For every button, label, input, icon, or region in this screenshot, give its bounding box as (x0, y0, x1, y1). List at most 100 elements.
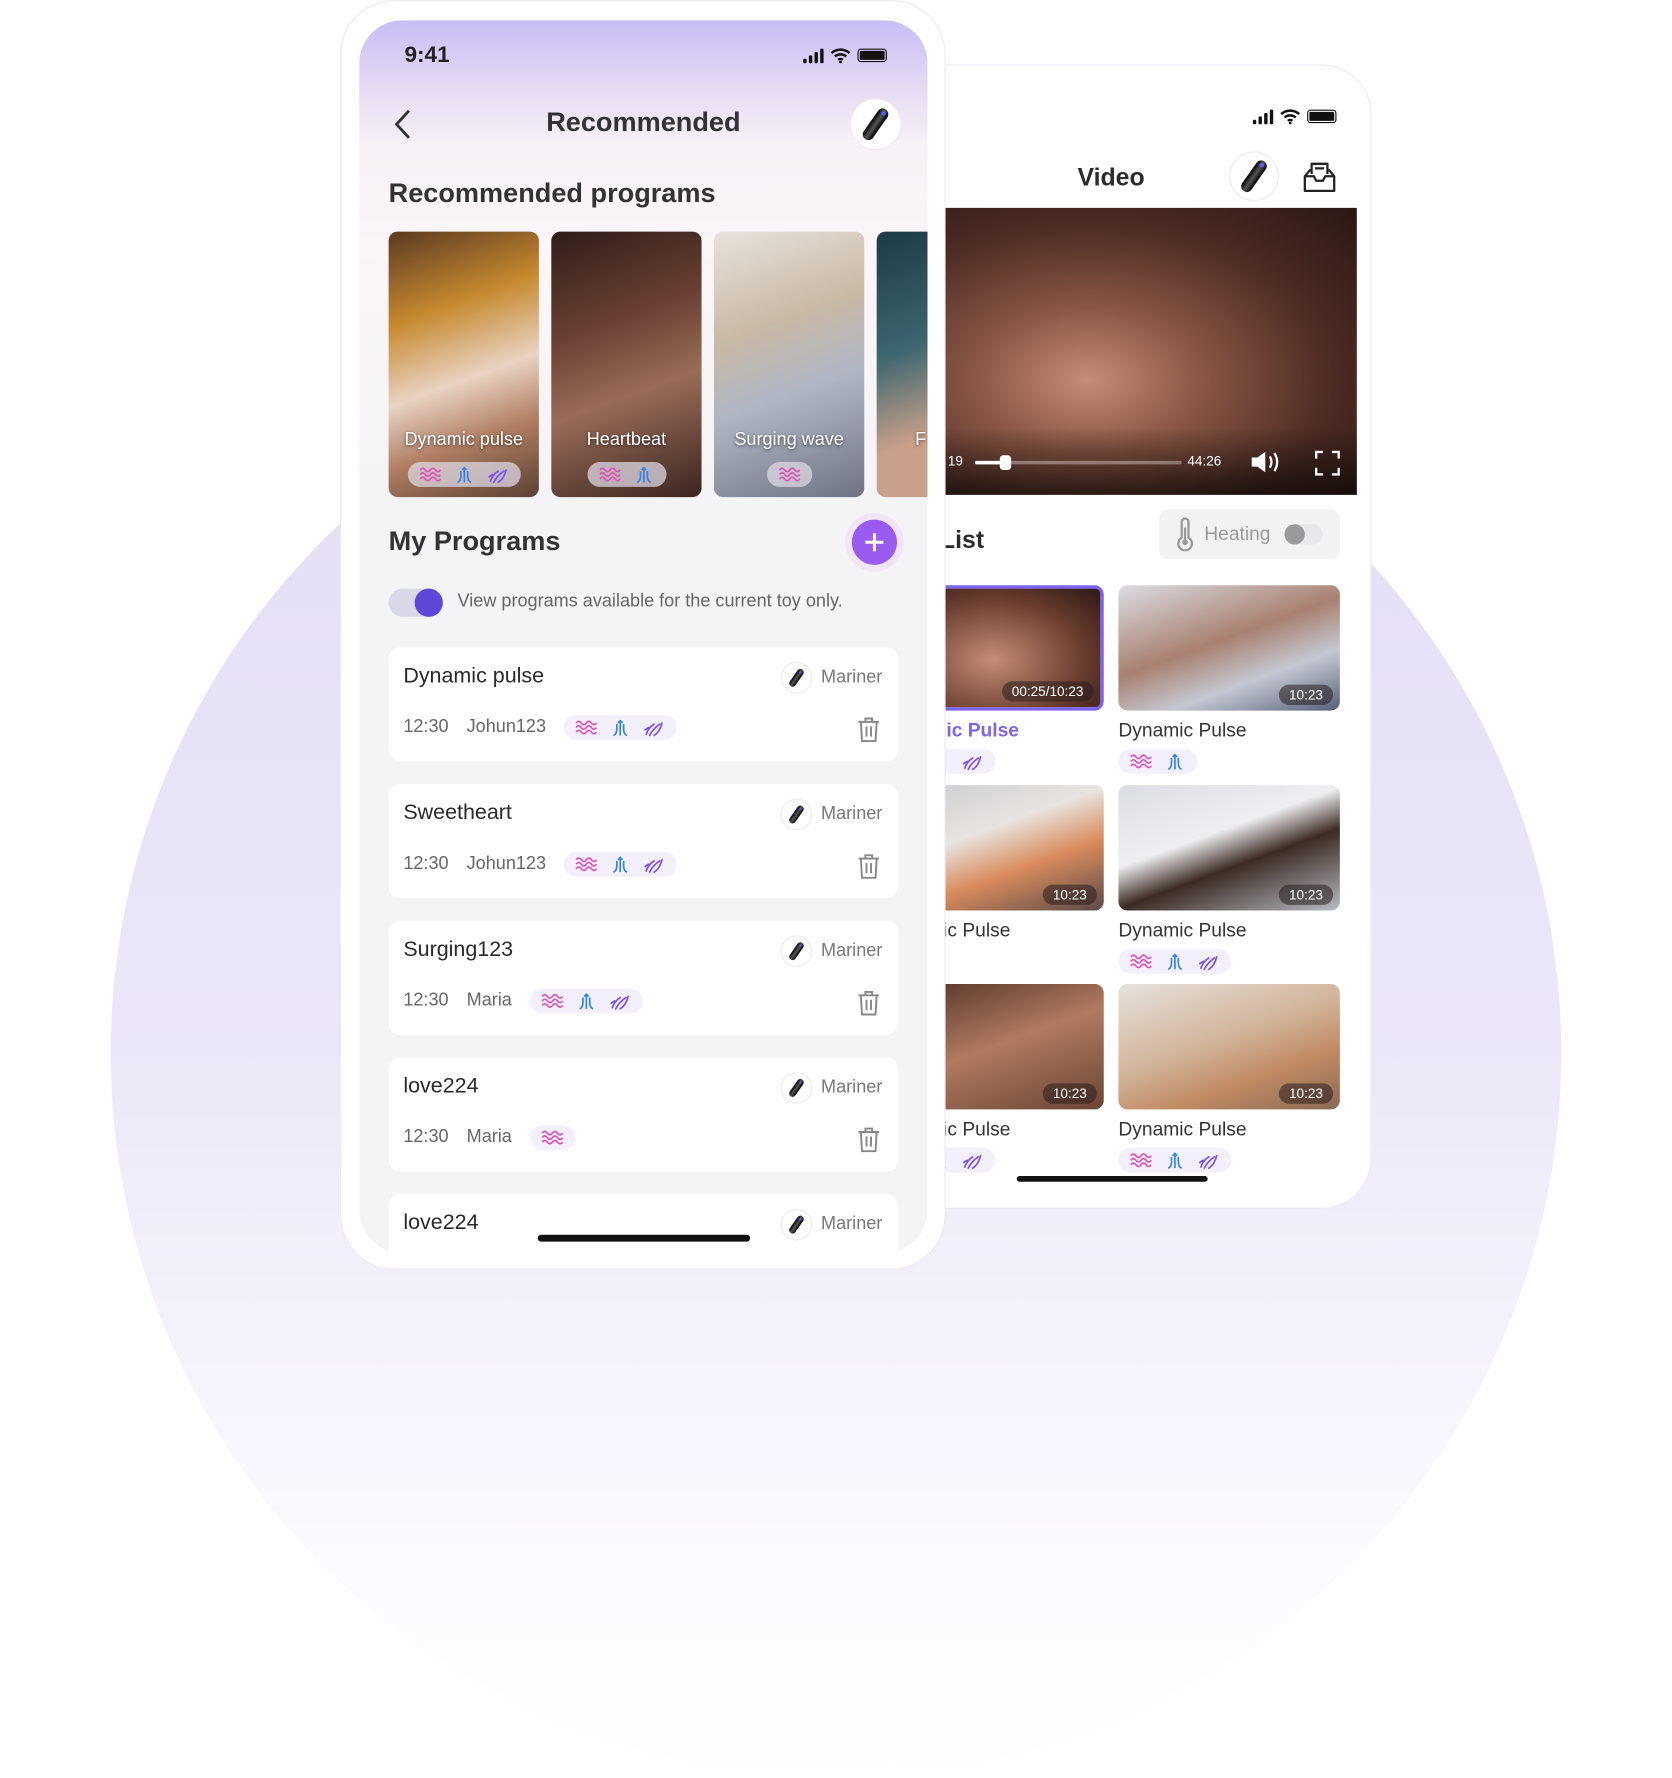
duration: 44:26 (1187, 453, 1222, 469)
home-indicator (537, 1234, 751, 1242)
video-title: Dynamic Pulse (1118, 1118, 1247, 1140)
delete-button[interactable] (857, 717, 880, 748)
toy-name: Mariner (821, 667, 883, 687)
wave-mode-icon (1130, 953, 1152, 968)
page-title: Recommended (546, 107, 741, 138)
thrust-mode-icon (1167, 952, 1183, 970)
thermometer-icon (1177, 517, 1193, 552)
thrust-mode-icon (579, 992, 594, 1010)
program-meta: 12:30 Johun123 (403, 715, 678, 740)
video-thumbnail[interactable]: 10:23 (1118, 585, 1340, 711)
thrust-mode-icon (613, 719, 628, 737)
program-time: 12:30 (403, 717, 449, 737)
wave-mode-icon (1130, 754, 1152, 769)
program-toy: Mariner (780, 798, 882, 831)
toy-button[interactable] (849, 98, 902, 151)
mode-badges (1118, 1147, 1232, 1173)
program-name: Surging123 (403, 937, 514, 962)
volume-icon[interactable] (1249, 450, 1283, 475)
hand-mode-icon (644, 858, 664, 873)
video-thumbnail[interactable]: 10:23 (1118, 983, 1340, 1110)
toy-avatar (780, 798, 813, 831)
delete-button[interactable] (857, 990, 880, 1022)
mode-badges (1118, 948, 1232, 974)
mailbox-icon[interactable] (1303, 160, 1337, 194)
toy-icon (787, 1214, 805, 1235)
program-card[interactable]: Sweetheart Mariner 12:30 Johun123 (388, 784, 899, 899)
recommended-card-title: Surging wave (734, 430, 844, 450)
toy-icon (860, 106, 891, 143)
toy-button[interactable] (1229, 151, 1279, 202)
program-card[interactable]: Surging123 Mariner 12:30 Maria (388, 920, 899, 1035)
mode-badges (586, 462, 666, 487)
plus-icon (865, 533, 884, 552)
mode-badges (529, 988, 643, 1014)
program-meta: 12:30 Johun123 (403, 851, 678, 877)
my-programs-title: My Programs (388, 526, 561, 557)
battery-icon (1307, 109, 1337, 124)
video-duration: 10:23 (1278, 1083, 1334, 1104)
seek-handle[interactable] (1000, 455, 1012, 470)
wave-mode-icon (1130, 1153, 1152, 1168)
video-duration: 00:25/10:23 (1001, 681, 1094, 702)
delete-button[interactable] (857, 1127, 880, 1158)
program-card[interactable]: Dynamic pulse Mariner 12:30 Johun123 (388, 647, 899, 762)
wifi-icon (830, 48, 851, 64)
video-duration: 10:23 (1042, 1083, 1097, 1104)
toy-name: Mariner (821, 941, 883, 961)
program-name: love224 (403, 1074, 479, 1099)
wave-mode-icon (778, 467, 800, 482)
wave-mode-icon (541, 1130, 564, 1145)
thrust-mode-icon (636, 466, 651, 484)
video-item[interactable]: 10:23 Dynamic Pulse (1118, 585, 1340, 776)
hand-mode-icon (962, 756, 982, 771)
current-toy-toggle-label: View programs available for the current … (457, 591, 843, 612)
heating-toggle[interactable] (1284, 524, 1323, 545)
program-author: Johun123 (466, 717, 547, 737)
add-program-button[interactable] (851, 519, 898, 565)
thrust-mode-icon (1167, 1152, 1183, 1169)
video-thumbnail[interactable]: 10:23 (1118, 784, 1340, 910)
recommended-card[interactable]: Surging wave (713, 231, 865, 498)
thrust-mode-icon (1167, 753, 1183, 771)
video-item[interactable]: 10:23 Dynamic Pulse (1118, 983, 1340, 1175)
toy-icon (787, 1077, 805, 1099)
program-meta: 12:30 Maria (403, 988, 643, 1014)
program-card[interactable]: love224 Mariner 12:30 Maria (388, 1057, 899, 1172)
program-card[interactable]: love224 Mariner (388, 1194, 899, 1253)
trash-icon (858, 854, 879, 879)
toy-icon (787, 667, 805, 689)
current-toy-toggle[interactable] (388, 588, 443, 617)
program-toy: Mariner (780, 662, 882, 694)
program-name: Sweetheart (403, 800, 512, 825)
hand-mode-icon (1198, 1154, 1218, 1169)
video-title: Dynamic Pulse (1118, 719, 1247, 742)
wifi-icon (1280, 109, 1301, 125)
hand-mode-icon (1198, 955, 1218, 970)
recommended-card[interactable]: F (876, 231, 928, 498)
mode-badges (564, 851, 678, 877)
status-icons (1252, 108, 1337, 125)
heating-label: Heating (1204, 523, 1271, 545)
toy-avatar (780, 935, 813, 968)
signal-icon (803, 48, 824, 63)
recommended-card[interactable]: Heartbeat (551, 231, 702, 498)
video-item[interactable]: 10:23 Dynamic Pulse (1118, 784, 1340, 976)
program-time: 12:30 (403, 1127, 449, 1147)
trash-icon (858, 717, 879, 743)
recommended-card[interactable]: Dynamic pulse (388, 231, 539, 498)
fullscreen-icon[interactable] (1315, 450, 1340, 476)
video-duration: 10:23 (1278, 684, 1334, 705)
toy-name: Mariner (821, 1077, 883, 1097)
delete-button[interactable] (857, 854, 880, 885)
seek-bar[interactable] (974, 455, 1182, 470)
video-title: Dynamic Pulse (1118, 919, 1247, 941)
mode-badges (1118, 749, 1198, 774)
heating-control: Heating (1159, 509, 1340, 560)
list-title: List (939, 525, 985, 554)
thrust-mode-icon (613, 856, 628, 873)
wave-mode-icon (598, 467, 621, 482)
toy-icon (787, 804, 805, 825)
program-author: Maria (466, 1127, 512, 1147)
status-time: 9:41 (404, 42, 450, 68)
